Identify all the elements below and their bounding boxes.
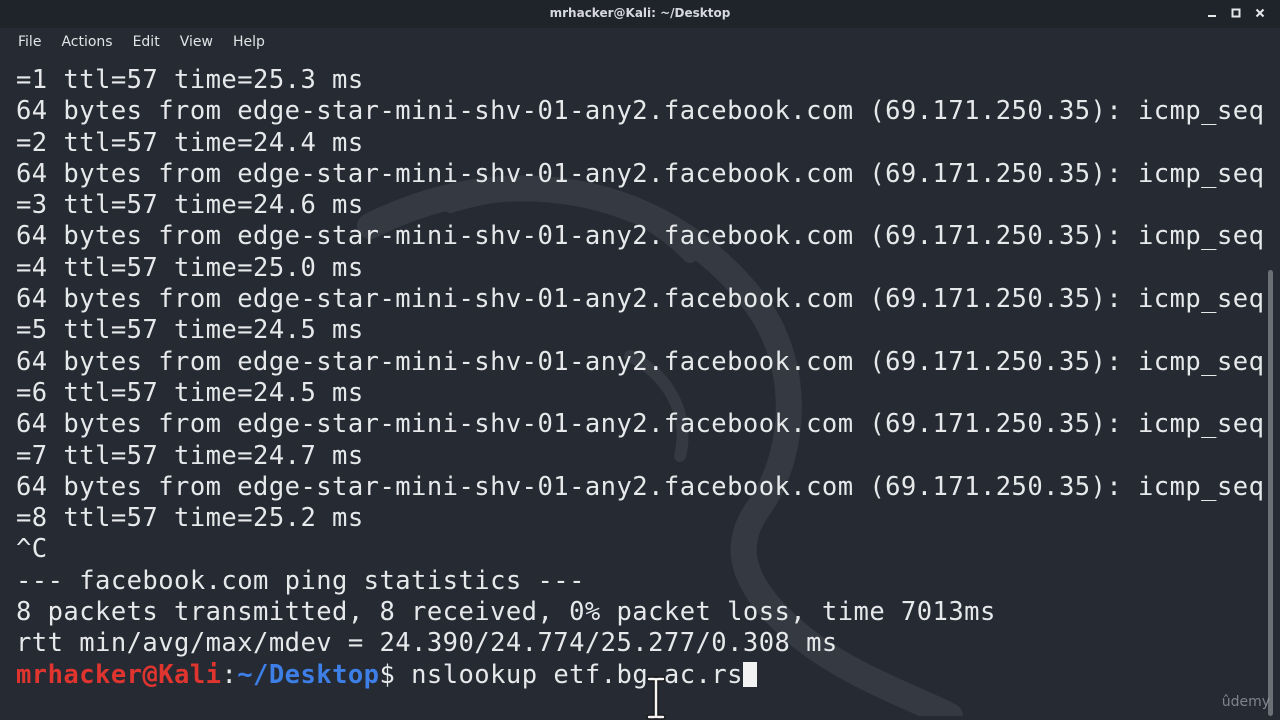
minimize-icon[interactable] <box>1206 4 1218 22</box>
terminal-line: =7 ttl=57 time=24.7 ms <box>16 440 364 471</box>
terminal-line: =5 ttl=57 time=24.5 ms <box>16 315 364 346</box>
udemy-watermark: ûdemy <box>1221 694 1270 710</box>
menu-edit[interactable]: Edit <box>123 30 170 54</box>
terminal-line: =4 ttl=57 time=25.0 ms <box>16 252 364 283</box>
terminal-line: =1 ttl=57 time=25.3 ms <box>16 65 364 95</box>
terminal-lines: =1 ttl=57 time=25.3 ms 64 bytes from edg… <box>16 65 1262 691</box>
window-title: mrhacker@Kali: ~/Desktop <box>549 6 731 20</box>
terminal-cursor <box>742 661 757 687</box>
prompt-line[interactable]: mrhacker@Kali:~/Desktop$ nslookup etf.bg… <box>16 660 1262 691</box>
window-controls <box>1206 4 1266 22</box>
menu-file[interactable]: File <box>8 30 51 54</box>
terminal-line: 8 packets transmitted, 8 received, 0% pa… <box>16 597 996 628</box>
terminal-line: 64 bytes from edge-star-mini-shv-01-any2… <box>16 221 1262 252</box>
menu-bar: File Actions Edit View Help <box>0 28 1280 56</box>
terminal-line: rtt min/avg/max/mdev = 24.390/24.774/25.… <box>16 628 838 659</box>
terminal-line: 64 bytes from edge-star-mini-shv-01-any2… <box>16 471 1262 502</box>
scroll-thumb[interactable] <box>1268 270 1273 716</box>
terminal-line: ^C <box>16 534 48 565</box>
menu-view[interactable]: View <box>170 30 223 54</box>
text-cursor-icon <box>646 676 666 720</box>
prompt-path: ~/Desktop <box>237 659 380 690</box>
maximize-icon[interactable] <box>1230 4 1242 22</box>
terminal-line: =8 ttl=57 time=25.2 ms <box>16 503 364 534</box>
title-bar[interactable]: mrhacker@Kali: ~/Desktop <box>0 0 1280 28</box>
terminal-line: =3 ttl=57 time=24.6 ms <box>16 190 364 221</box>
prompt-user-host: mrhacker@Kali <box>16 659 222 690</box>
prompt-colon: : <box>221 659 238 690</box>
terminal-window: mrhacker@Kali: ~/Desktop File Actions Ed… <box>0 0 1280 720</box>
close-icon[interactable] <box>1254 4 1266 22</box>
scrollbar[interactable] <box>1262 56 1280 720</box>
terminal-line: 64 bytes from edge-star-mini-shv-01-any2… <box>16 158 1262 189</box>
menu-actions[interactable]: Actions <box>51 30 122 54</box>
terminal-line: --- facebook.com ping statistics --- <box>16 565 585 596</box>
terminal-line: =2 ttl=57 time=24.4 ms <box>16 127 364 158</box>
terminal-line: 64 bytes from edge-star-mini-shv-01-any2… <box>16 96 1262 127</box>
terminal-line: 64 bytes from edge-star-mini-shv-01-any2… <box>16 346 1262 377</box>
command-input[interactable]: nslookup etf.bg.ac.rs <box>395 660 743 690</box>
prompt-dollar: $ <box>379 659 396 690</box>
terminal-line: 64 bytes from edge-star-mini-shv-01-any2… <box>16 409 1262 440</box>
terminal-line: =6 ttl=57 time=24.5 ms <box>16 377 364 408</box>
terminal-output-area[interactable]: =1 ttl=57 time=25.3 ms 64 bytes from edg… <box>0 56 1262 720</box>
menu-help[interactable]: Help <box>223 30 275 54</box>
terminal-line: 64 bytes from edge-star-mini-shv-01-any2… <box>16 284 1262 315</box>
